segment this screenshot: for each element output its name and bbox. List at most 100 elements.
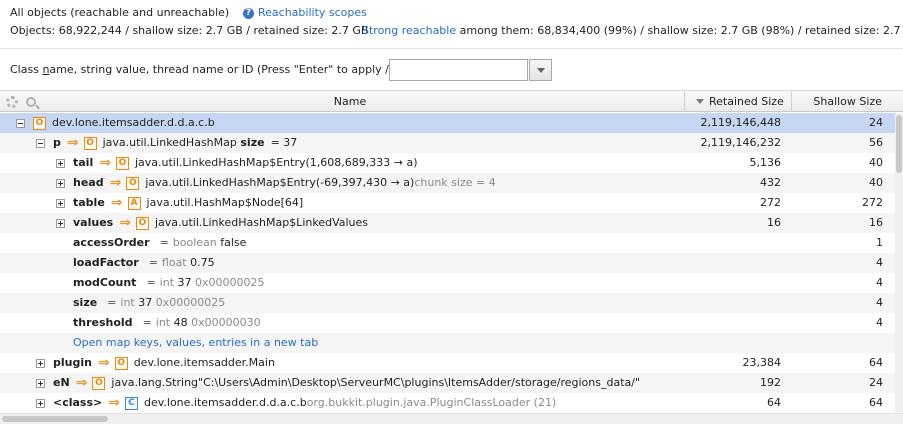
secondary-info: org.bukkit.plugin.java.PluginClassLoader…: [306, 396, 557, 409]
tree-link-row[interactable]: Open map keys, values, entries in a new …: [0, 333, 895, 353]
reachability-scopes-label: Reachability scopes: [258, 6, 367, 19]
primitive-value: 37: [177, 276, 192, 289]
shallow-size-cell: 4: [876, 296, 883, 309]
field-name: p: [53, 136, 61, 149]
shallow-size-cell: 24: [869, 116, 883, 129]
filter-bar: Class name, string value, thread name or…: [0, 54, 903, 84]
shallow-size-cell: 4: [876, 256, 883, 269]
search-icon[interactable]: [26, 97, 36, 107]
tree-row[interactable]: values ⇒ Ojava.util.LinkedHashMap$LinkedVa…: [0, 213, 895, 233]
expand-icon[interactable]: [36, 398, 45, 408]
expand-icon[interactable]: [56, 158, 65, 168]
tree-row[interactable]: <class> ⇒ Cdev.lone.itemsadder.d.d.a.c.b o…: [0, 393, 895, 413]
retained-size-cell: 2,119,146,232: [700, 136, 781, 149]
type-name: java.util.LinkedHashMap$Entry: [134, 156, 306, 169]
type-badge-icon: O: [115, 156, 129, 170]
type-name: java.util.LinkedHashMap: [102, 136, 237, 149]
strong-reachable-summary: Strong reachable among them: 68,834,400 …: [362, 24, 903, 38]
horizontal-scroll-thumb[interactable]: [2, 416, 108, 422]
collapse-icon[interactable]: [16, 118, 25, 128]
tree-row[interactable]: p ⇒ Ojava.util.LinkedHashMap size = 37 2,11…: [0, 133, 895, 153]
field-name: eN: [53, 376, 70, 389]
field-name: accessOrder: [73, 236, 150, 249]
expand-icon[interactable]: [36, 378, 45, 388]
extra-info: "C:\Users\Admin\Desktop\ServeurMC\plugin…: [198, 376, 641, 389]
reachability-scopes-link[interactable]: ? Reachability scopes: [243, 6, 367, 20]
shallow-size-cell: 272: [862, 196, 883, 209]
column-header-shallow-size[interactable]: Shallow Size: [791, 91, 903, 112]
primitive-type: float: [161, 256, 187, 269]
column-header-retained-size[interactable]: Retained Size: [684, 91, 791, 112]
tree-row-name: values ⇒ Ojava.util.LinkedHashMap$LinkedVa…: [56, 213, 368, 233]
primitive-value: false: [220, 236, 247, 249]
primitive-type: int: [155, 316, 171, 329]
strong-reachable-link[interactable]: Strong reachable: [362, 24, 456, 37]
extra-info: (-69,397,430 → a): [315, 176, 415, 189]
shallow-size-cell: 64: [869, 356, 883, 369]
retained-size-cell: 5,136: [749, 156, 782, 169]
tree-row[interactable]: modCount = int 37 0x00000025 4: [0, 273, 895, 293]
equals-sign: =: [146, 276, 156, 289]
tree-row[interactable]: table ⇒ Ajava.util.HashMap$Node[64] 272 272: [0, 193, 895, 213]
open-map-link[interactable]: Open map keys, values, entries in a new …: [73, 333, 318, 353]
expand-icon[interactable]: [56, 218, 65, 228]
expand-icon[interactable]: [36, 358, 45, 368]
tree-row-name: plugin ⇒ Odev.lone.itemsadder.Main: [36, 353, 275, 373]
type-badge-icon: O: [83, 136, 97, 150]
expand-icon[interactable]: [56, 178, 65, 188]
type-name: java.util.HashMap$Node[64]: [146, 196, 304, 209]
tree-row[interactable]: threshold = int 48 0x00000030 4: [0, 313, 895, 333]
tree-row-name: table ⇒ Ajava.util.HashMap$Node[64]: [56, 193, 303, 213]
tree-row[interactable]: head ⇒ Ojava.util.LinkedHashMap$Entry (-69…: [0, 173, 895, 193]
vertical-scrollbar[interactable]: [895, 113, 903, 413]
tree-row[interactable]: Odev.lone.itemsadder.d.d.a.c.b 2,119,146,…: [0, 113, 895, 133]
tree-row[interactable]: eN ⇒ Ojava.lang.String "C:\Users\Admin\Des…: [0, 373, 895, 393]
tree-row-name: loadFactor = float 0.75: [73, 253, 215, 273]
extra-info: (1,608,689,333 → a): [305, 156, 418, 169]
primitive-type: int: [159, 276, 175, 289]
type-name: java.lang.String: [111, 376, 199, 389]
header-tools: [6, 94, 46, 110]
table-header: Name Retained Size Shallow Size: [0, 90, 903, 112]
vertical-scroll-thumb[interactable]: [896, 115, 902, 173]
primitive-value: 48: [173, 316, 188, 329]
equals-sign: =: [159, 236, 169, 249]
filter-input[interactable]: [389, 59, 528, 81]
help-icon: ?: [243, 7, 254, 19]
shallow-size-cell: 64: [869, 396, 883, 409]
hex-value: 0x00000030: [191, 316, 261, 329]
objects-summary: Objects: 68,922,244 / shallow size: 2.7 …: [10, 24, 369, 37]
reference-arrow-icon: ⇒: [109, 175, 122, 191]
tree-row[interactable]: loadFactor = float 0.75 4: [0, 253, 895, 273]
reference-arrow-icon: ⇒: [108, 395, 120, 411]
column-header-name[interactable]: Name: [0, 91, 700, 112]
type-badge-icon: O: [92, 376, 106, 390]
primitive-type: boolean: [172, 236, 217, 249]
horizontal-scrollbar[interactable]: [0, 413, 903, 424]
equals-sign: =: [148, 256, 158, 269]
expand-icon[interactable]: [56, 198, 65, 208]
type-badge-icon: O: [33, 116, 46, 130]
type-badge-icon: A: [127, 196, 141, 210]
equals-sign: =: [142, 316, 152, 329]
reference-arrow-icon: ⇒: [99, 155, 111, 171]
field-name: head: [73, 176, 104, 189]
divider: [0, 48, 903, 49]
tree-row[interactable]: size = int 37 0x00000025 4: [0, 293, 895, 313]
retained-size-cell: 2,119,146,448: [700, 116, 781, 129]
shallow-size-cell: 16: [869, 216, 883, 229]
tree-row-name: accessOrder = boolean false: [73, 233, 246, 253]
tree-row[interactable]: accessOrder = boolean false 1: [0, 233, 895, 253]
collapse-icon[interactable]: [36, 138, 45, 148]
tree-row[interactable]: plugin ⇒ Odev.lone.itemsadder.Main 23,384 64: [0, 353, 895, 373]
reference-arrow-icon: ⇒: [66, 135, 79, 151]
tree-row[interactable]: tail ⇒ Ojava.util.LinkedHashMap$Entry (1,6…: [0, 153, 895, 173]
filter-history-dropdown[interactable]: [529, 59, 552, 81]
shallow-size-cell: 4: [876, 316, 883, 329]
primitive-type: int: [120, 296, 135, 309]
type-name: dev.lone.itemsadder.d.d.a.c.b: [52, 116, 215, 129]
summary-panel: All objects (reachable and unreachable) …: [0, 0, 903, 42]
gear-icon[interactable]: [6, 96, 18, 108]
extra-label: size: [240, 136, 265, 149]
secondary-info: chunk size = 4: [414, 176, 496, 189]
